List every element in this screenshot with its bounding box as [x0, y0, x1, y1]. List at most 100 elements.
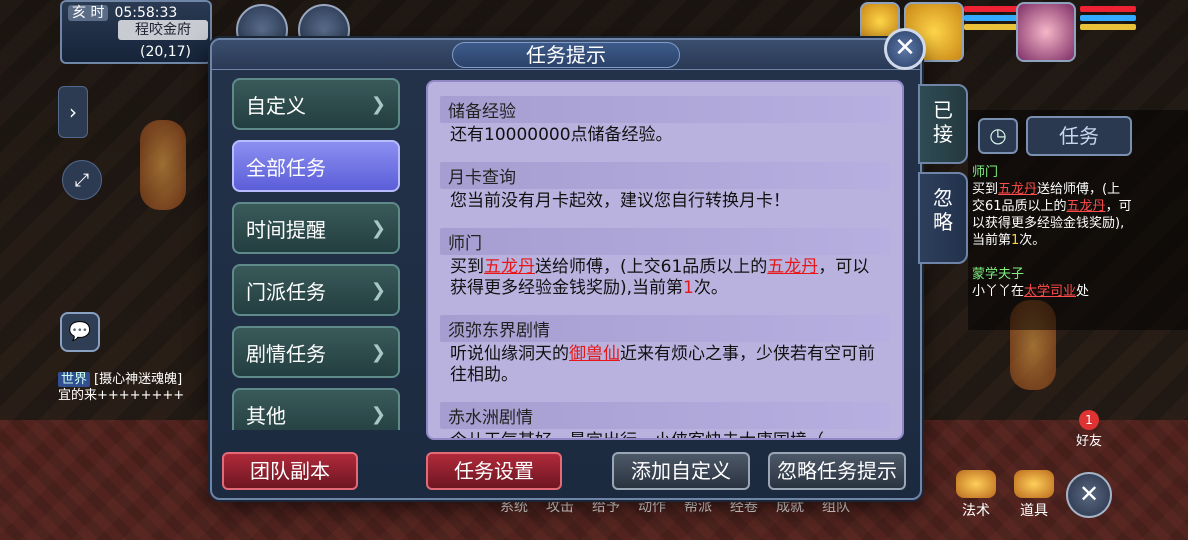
chevron-down-icon: ❯	[370, 93, 386, 115]
chat-channel-tag: 世界	[58, 372, 91, 387]
chevron-down-icon: ❯	[370, 403, 386, 425]
category-all-tasks[interactable]: 全部任务	[232, 140, 400, 192]
quest-tracker-tab[interactable]: 任务	[1026, 116, 1132, 156]
category-label: 自定义	[246, 93, 306, 118]
quest-text: 听说仙缘洞天的	[450, 344, 569, 364]
chevron-down-icon: ❯	[370, 279, 386, 301]
category-time-reminder[interactable]: 时间提醒 ❯	[232, 202, 400, 254]
friends-button[interactable]: 1 好友	[1066, 410, 1112, 449]
dialog-title-bar: 任务提示	[212, 40, 920, 70]
chat-text: [摄心神迷魂魄]	[94, 372, 183, 387]
tracker-quest-head: 师门	[972, 165, 999, 180]
quest-entry-title: 师门	[440, 228, 890, 255]
player-status-bars	[1080, 6, 1136, 46]
scene-lantern	[140, 120, 186, 210]
category-list: 自定义 ❯ 全部任务 时间提醒 ❯ 门派任务 ❯ 剧情任务 ❯ 其他 ❯	[232, 78, 402, 430]
quest-entry-body: 今儿天气甚好，最宜出行。小侠客快去大唐国境（	[440, 429, 890, 438]
tab-label: 已接	[933, 98, 953, 146]
game-time: 亥 时 05:58:33	[68, 2, 177, 22]
fullscreen-expand-icon[interactable]: ⤢	[62, 160, 102, 200]
add-custom-button[interactable]: 添加自定义	[612, 452, 750, 490]
quest-entry[interactable]: 月卡查询 您当前没有月卡起效，建议您自行转换月卡！	[440, 162, 890, 214]
toolbar-scroll[interactable]: 经卷	[730, 496, 758, 526]
category-label: 时间提醒	[246, 217, 326, 242]
quest-entry[interactable]: 赤水洲剧情 今儿天气甚好，最宜出行。小侠客快去大唐国境（	[440, 402, 890, 438]
quest-item-link[interactable]: 五龙丹	[484, 257, 535, 277]
category-label: 其他	[246, 403, 286, 428]
task-settings-button[interactable]: 任务设置	[426, 452, 562, 490]
quest-text: 买到	[450, 257, 484, 277]
ignore-hints-button[interactable]: 忽略任务提示	[768, 452, 906, 490]
toolbar-label: 法术	[962, 503, 990, 519]
quest-entry-body: 听说仙缘洞天的御兽仙近来有烦心之事，少侠若有空可前往相助。	[440, 342, 890, 388]
category-label: 门派任务	[246, 279, 326, 304]
tracker-text: 小丫丫在	[972, 284, 1025, 299]
toolbar-label: 道具	[1020, 503, 1048, 519]
close-icon[interactable]: ✕	[1066, 472, 1112, 518]
toolbar-spell-button[interactable]: 法术	[952, 470, 1000, 520]
game-era: 亥 时	[68, 5, 109, 21]
chat-bubble-icon[interactable]: 💬	[60, 312, 100, 352]
tracker-text: 次。	[1019, 233, 1046, 248]
quest-item-link[interactable]: 五龙丹	[767, 257, 818, 277]
category-story-tasks[interactable]: 剧情任务 ❯	[232, 326, 400, 378]
quest-entry-title: 储备经验	[440, 96, 890, 123]
category-other[interactable]: 其他 ❯	[232, 388, 400, 430]
quest-entry-title: 须弥东界剧情	[440, 315, 890, 342]
chest-icon	[1014, 470, 1054, 498]
toolbar-action[interactable]: 动作	[638, 496, 666, 526]
quest-entry[interactable]: 储备经验 还有10000000点储备经验。	[440, 96, 890, 148]
category-custom[interactable]: 自定义 ❯	[232, 78, 400, 130]
tracker-quest-head: 蒙学夫子	[972, 267, 1025, 282]
quest-entry-body: 买到五龙丹送给师傅，(上交61品质以上的五龙丹，可以获得更多经验金钱奖励),当前…	[440, 255, 890, 301]
dialog-title: 任务提示	[452, 42, 680, 68]
tracker-text: 买到	[972, 182, 999, 197]
toolbar-attack[interactable]: 攻击	[546, 496, 574, 526]
quest-list-panel[interactable]: 储备经验 还有10000000点储备经验。 月卡查询 您当前没有月卡起效，建议您…	[426, 80, 904, 440]
toolbar-team[interactable]: 组队	[822, 496, 850, 526]
game-clock: 05:58:33	[114, 5, 178, 21]
quest-entry-body: 您当前没有月卡起效，建议您自行转换月卡！	[450, 191, 790, 211]
quest-entry-title: 月卡查询	[440, 162, 890, 189]
pet-status-bars	[964, 6, 1020, 46]
category-label: 全部任务	[246, 155, 326, 180]
category-label: 剧情任务	[246, 341, 326, 366]
category-sect-tasks[interactable]: 门派任务 ❯	[232, 264, 400, 316]
expand-left-arrow-icon[interactable]: ›	[58, 86, 88, 138]
quest-entry-title: 赤水洲剧情	[440, 402, 890, 429]
player-avatar[interactable]	[1016, 2, 1076, 62]
tab-accepted[interactable]: 已接	[918, 84, 968, 164]
location-coord: (20,17)	[140, 44, 192, 60]
bottom-toolbar: 系统 攻击 给予 动作 帮派 经卷 成就 组队	[500, 496, 850, 526]
friends-label: 好友	[1075, 434, 1102, 449]
friend-count-badge: 1	[1079, 410, 1099, 430]
tab-ignored[interactable]: 忽略	[918, 172, 968, 264]
tracker-link[interactable]: 五龙丹	[998, 182, 1037, 197]
toolbar-achievement[interactable]: 成就	[776, 496, 804, 526]
team-dungeon-button[interactable]: 团队副本	[222, 452, 358, 490]
tracker-link[interactable]: 五龙丹	[1067, 199, 1106, 214]
toolbar-guild[interactable]: 帮派	[684, 496, 712, 526]
chevron-down-icon: ❯	[370, 341, 386, 363]
quest-npc-link[interactable]: 御兽仙	[569, 344, 620, 364]
toolbar-give[interactable]: 给予	[592, 496, 620, 526]
toolbar-system[interactable]: 系统	[500, 496, 528, 526]
quest-entry[interactable]: 师门 买到五龙丹送给师傅，(上交61品质以上的五龙丹，可以获得更多经验金钱奖励)…	[440, 228, 890, 301]
quest-tracker-text[interactable]: 师门 买到五龙丹送给师傅，(上交61品质以上的五龙丹，可以获得更多经验金钱奖励)…	[972, 164, 1132, 300]
tracker-link[interactable]: 太学司业	[1024, 284, 1076, 299]
quest-count: 1	[683, 278, 694, 298]
location-name[interactable]: 程咬金府	[118, 20, 208, 40]
clock-icon[interactable]: ◷	[978, 118, 1018, 154]
world-chat-line[interactable]: 世界 [摄心神迷魂魄] 宜的来++++++++	[58, 372, 228, 404]
spell-icon	[956, 470, 996, 498]
dialog-close-icon[interactable]: ✕	[884, 28, 926, 70]
quest-entry[interactable]: 须弥东界剧情 听说仙缘洞天的御兽仙近来有烦心之事，少侠若有空可前往相助。	[440, 315, 890, 388]
toolbar-items-button[interactable]: 道具	[1010, 470, 1058, 520]
chat-text: 宜的来++++++++	[58, 388, 185, 403]
tab-label: 忽略	[933, 186, 953, 234]
quest-text: 送给师傅，(上交61品质以上的	[535, 257, 768, 277]
chevron-down-icon: ❯	[370, 217, 386, 239]
quest-entry-body: 还有10000000点储备经验。	[450, 125, 673, 145]
quest-text: 次。	[693, 278, 728, 298]
tracker-text: 处	[1076, 284, 1090, 299]
